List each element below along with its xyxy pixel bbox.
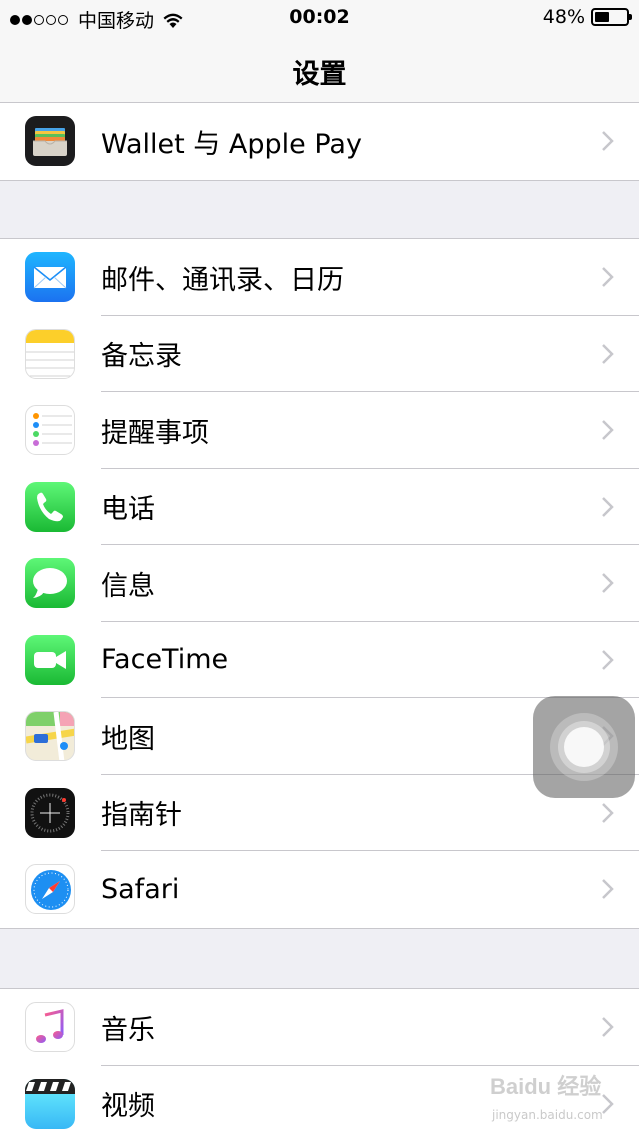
- chevron-right-icon: [602, 343, 614, 364]
- chevron-right-icon: [602, 649, 614, 670]
- settings-row-label: 电话: [101, 494, 155, 526]
- maps-icon: [25, 711, 75, 762]
- chevron-right-icon: [602, 573, 614, 594]
- status-bar: 中国移动 00:02 48%: [0, 0, 639, 40]
- watermark-logo-text: Baidu 经验: [490, 1074, 601, 1099]
- assistive-touch-button[interactable]: [533, 696, 635, 798]
- settings-row-facetime[interactable]: FaceTime: [0, 622, 639, 698]
- chevron-right-icon: [602, 496, 614, 517]
- battery-percent: 48%: [542, 6, 585, 28]
- settings-row-safari[interactable]: Safari: [0, 851, 639, 928]
- settings-row-label: 提醒事项: [101, 417, 209, 449]
- chevron-right-icon: [602, 1017, 614, 1038]
- settings-row-label: FaceTime: [101, 644, 229, 676]
- chevron-right-icon: [602, 879, 614, 900]
- phone-icon: [25, 481, 75, 532]
- navigation-bar: 设置: [0, 40, 639, 109]
- settings-row-label: 备忘录: [101, 341, 182, 373]
- battery-icon: [591, 8, 632, 26]
- settings-row-label: 视频: [101, 1091, 155, 1123]
- settings-row-mail[interactable]: 邮件、通讯录、日历: [0, 239, 639, 316]
- chevron-right-icon: [602, 131, 614, 152]
- settings-row-messages[interactable]: 信息: [0, 545, 639, 622]
- chevron-right-icon: [602, 267, 614, 288]
- safari-icon: [25, 864, 75, 915]
- wallet-icon: [25, 116, 75, 167]
- settings-row-wallet[interactable]: Wallet 与 Apple Pay: [0, 103, 639, 180]
- settings-row-label: Wallet 与 Apple Pay: [101, 128, 362, 160]
- messages-icon: [25, 558, 75, 609]
- reminders-icon: [25, 405, 75, 456]
- mail-icon: [25, 252, 75, 303]
- watermark-url: jingyan.baidu.com: [492, 1108, 603, 1122]
- settings-row-notes[interactable]: 备忘录: [0, 316, 639, 392]
- settings-row-label: 信息: [101, 570, 155, 602]
- music-icon: [25, 1002, 75, 1053]
- chevron-right-icon: [602, 420, 614, 441]
- settings-row-label: Safari: [101, 873, 180, 905]
- page-title: 设置: [292, 59, 347, 90]
- settings-row-label: 邮件、通讯录、日历: [101, 264, 344, 296]
- notes-icon: [25, 328, 75, 379]
- compass-icon: [25, 787, 75, 838]
- status-right: 48%: [542, 6, 632, 28]
- settings-row-label: 音乐: [101, 1014, 155, 1046]
- settings-row-label: 地图: [101, 723, 155, 755]
- videos-icon: [25, 1078, 75, 1129]
- facetime-icon: [25, 634, 75, 685]
- settings-row-music[interactable]: 音乐: [0, 989, 639, 1066]
- settings-row-reminders[interactable]: 提醒事项: [0, 392, 639, 469]
- settings-group-wallet: Wallet 与 Apple Pay: [0, 102, 639, 181]
- chevron-right-icon: [602, 802, 614, 823]
- settings-row-label: 指南针: [101, 800, 182, 832]
- baidu-watermark-logo: Baidu 经验 jingyan.baidu.com: [488, 1064, 608, 1126]
- settings-row-phone[interactable]: 电话: [0, 469, 639, 545]
- settings-group-apps: 邮件、通讯录、日历 备忘录 提醒事项 电话 信息 FaceTime 地图 指南针…: [0, 238, 639, 929]
